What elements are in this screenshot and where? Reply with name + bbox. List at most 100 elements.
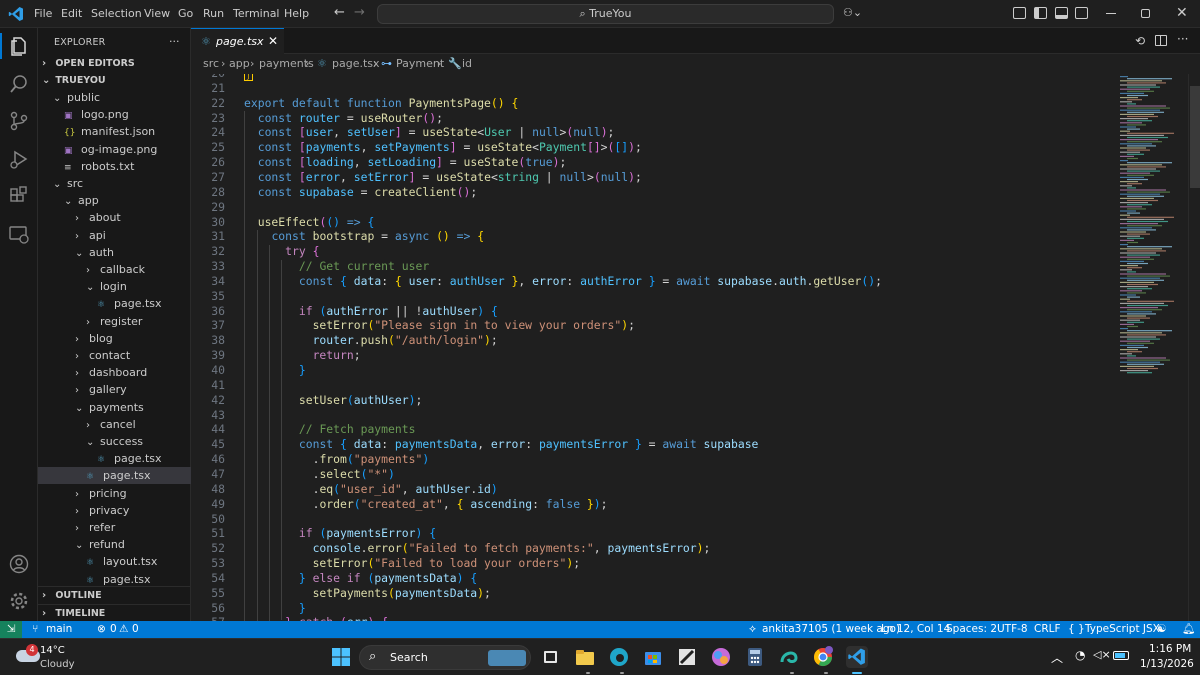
- menu-selection[interactable]: Selection: [91, 7, 142, 20]
- tree-item[interactable]: › contact: [38, 347, 191, 364]
- customize-layout-icon[interactable]: [1013, 7, 1026, 19]
- remote-indicator-icon[interactable]: ⇲: [0, 621, 22, 638]
- wifi-icon[interactable]: ◔: [1075, 648, 1085, 662]
- tree-item[interactable]: {} manifest.json: [38, 123, 191, 140]
- copilot-icon[interactable]: ⚇⌄: [843, 6, 865, 22]
- timeline-history-icon[interactable]: ⟲: [1135, 34, 1145, 48]
- tree-item[interactable]: › pricing: [38, 485, 191, 502]
- warning-icon[interactable]: ⚠: [119, 621, 128, 638]
- code-editor[interactable]: 202122export default function PaymentsPa…: [191, 74, 1118, 621]
- menu-go[interactable]: Go: [178, 7, 193, 20]
- tree-item[interactable]: ⌄ success: [38, 433, 191, 450]
- volume-muted-icon[interactable]: ◁×: [1093, 648, 1111, 661]
- timeline-section[interactable]: › TIMELINE: [38, 604, 191, 621]
- encoding[interactable]: UTF-8: [997, 621, 1028, 638]
- microsoft-store-icon[interactable]: [642, 646, 664, 668]
- weather-widget[interactable]: 4 14°C Cloudy: [10, 643, 100, 673]
- explorer-more-actions-icon[interactable]: ···: [169, 35, 180, 48]
- command-center-search[interactable]: ⌕ TrueYou: [377, 4, 834, 24]
- tree-item[interactable]: › callback: [38, 261, 191, 278]
- project-section[interactable]: ⌄ TRUEYOU: [38, 72, 191, 89]
- restore-icon[interactable]: [1141, 9, 1150, 18]
- tree-item[interactable]: › privacy: [38, 502, 191, 519]
- warning-count[interactable]: 0: [132, 621, 139, 638]
- language-mode[interactable]: TypeScript JSX: [1085, 621, 1160, 638]
- menu-help[interactable]: Help: [284, 7, 309, 20]
- lightbulb-icon[interactable]: ʃ: [244, 74, 253, 81]
- search-icon[interactable]: [8, 73, 30, 95]
- tree-item[interactable]: ⌄ src: [38, 175, 191, 192]
- outline-section[interactable]: › OUTLINE: [38, 586, 191, 603]
- tree-item[interactable]: ⚛ page.tsx: [38, 295, 191, 312]
- explorer-icon[interactable]: [8, 35, 30, 57]
- extensions-icon[interactable]: [8, 185, 30, 207]
- notifications-bell-icon[interactable]: 🔔︎: [1182, 621, 1195, 638]
- windows-start-icon[interactable]: [330, 646, 352, 668]
- tree-item[interactable]: ⌄ refund: [38, 536, 191, 553]
- taskbar-search-box[interactable]: ⌕ Search: [359, 645, 531, 670]
- vertical-scrollbar[interactable]: [1188, 74, 1200, 621]
- forward-arrow-icon[interactable]: →: [354, 5, 365, 20]
- toggle-panel-icon[interactable]: [1055, 7, 1068, 19]
- toggle-primary-sidebar-icon[interactable]: [1034, 7, 1047, 19]
- edge-browser-icon[interactable]: [608, 646, 630, 668]
- breadcrumb-app[interactable]: app: [229, 57, 250, 70]
- menu-terminal[interactable]: Terminal: [233, 7, 280, 20]
- end-of-line[interactable]: CRLF: [1034, 621, 1061, 638]
- tree-item[interactable]: › cancel: [38, 416, 191, 433]
- tree-item[interactable]: ⚛ layout.tsx: [38, 553, 191, 570]
- more-actions-icon[interactable]: ···: [1177, 32, 1188, 46]
- indentation[interactable]: Spaces: 2: [946, 621, 997, 638]
- app-swirl-icon[interactable]: [778, 646, 800, 668]
- tree-item[interactable]: › refer: [38, 519, 191, 536]
- remote-explorer-icon[interactable]: [8, 223, 30, 245]
- tab-close-icon[interactable]: ✕: [268, 34, 278, 48]
- source-control-icon[interactable]: [8, 110, 30, 132]
- chrome-browser-icon[interactable]: [812, 646, 834, 668]
- show-hidden-icons-chevron-icon[interactable]: ︿: [1051, 649, 1063, 666]
- menu-file[interactable]: File: [34, 7, 52, 20]
- battery-icon[interactable]: [1113, 651, 1129, 660]
- copilot-app-icon[interactable]: [710, 646, 732, 668]
- copilot-status-icon[interactable]: ☯: [1157, 621, 1166, 638]
- tree-item[interactable]: ⚛ page.tsx: [38, 450, 191, 467]
- branch-name[interactable]: main: [46, 621, 72, 638]
- tree-item[interactable]: ⌄ auth: [38, 244, 191, 261]
- tree-item[interactable]: › about: [38, 209, 191, 226]
- breadcrumb-id[interactable]: id: [462, 57, 472, 70]
- tree-item[interactable]: ⚛ page.tsx: [38, 467, 191, 485]
- close-window-icon[interactable]: ✕: [1176, 5, 1188, 21]
- tree-item[interactable]: › register: [38, 313, 191, 330]
- error-count[interactable]: 0: [110, 621, 117, 638]
- breadcrumb-src[interactable]: src: [203, 57, 219, 70]
- tree-item[interactable]: › dashboard: [38, 364, 191, 381]
- tree-item[interactable]: ≡ robots.txt: [38, 158, 191, 175]
- cursor-position[interactable]: Ln 12, Col 14: [881, 621, 950, 638]
- tree-item[interactable]: › gallery: [38, 381, 191, 398]
- task-view-icon[interactable]: [540, 646, 562, 668]
- menu-run[interactable]: Run: [203, 7, 224, 20]
- clock-time[interactable]: 1:16 PM: [1149, 643, 1191, 655]
- tree-item[interactable]: ▣ og-image.png: [38, 141, 191, 158]
- accounts-icon[interactable]: [8, 553, 30, 575]
- tree-item[interactable]: ⌄ login: [38, 278, 191, 295]
- toggle-secondary-sidebar-icon[interactable]: [1075, 7, 1088, 19]
- vscode-taskbar-icon[interactable]: [846, 646, 868, 668]
- back-arrow-icon[interactable]: ←: [334, 5, 345, 20]
- tree-item[interactable]: ⌄ payments: [38, 399, 191, 416]
- file-explorer-icon[interactable]: [574, 646, 596, 668]
- tree-item[interactable]: ⌄ public: [38, 89, 191, 106]
- minimap[interactable]: [1118, 74, 1188, 621]
- source-branch-icon[interactable]: ⑂: [32, 621, 38, 638]
- split-editor-icon[interactable]: [1155, 35, 1167, 46]
- tab-page-tsx[interactable]: ⚛ page.tsx ✕: [191, 28, 284, 54]
- tree-item[interactable]: ⌄ app: [38, 192, 191, 209]
- manage-gear-icon[interactable]: [8, 590, 30, 612]
- error-icon[interactable]: ⊗: [97, 621, 106, 638]
- sticky-notes-icon[interactable]: [676, 646, 698, 668]
- scrollbar-thumb[interactable]: [1190, 86, 1200, 188]
- menu-view[interactable]: View: [144, 7, 170, 20]
- minimize-icon[interactable]: [1106, 13, 1116, 14]
- menu-edit[interactable]: Edit: [61, 7, 82, 20]
- open-editors-section[interactable]: › OPEN EDITORS: [38, 55, 191, 72]
